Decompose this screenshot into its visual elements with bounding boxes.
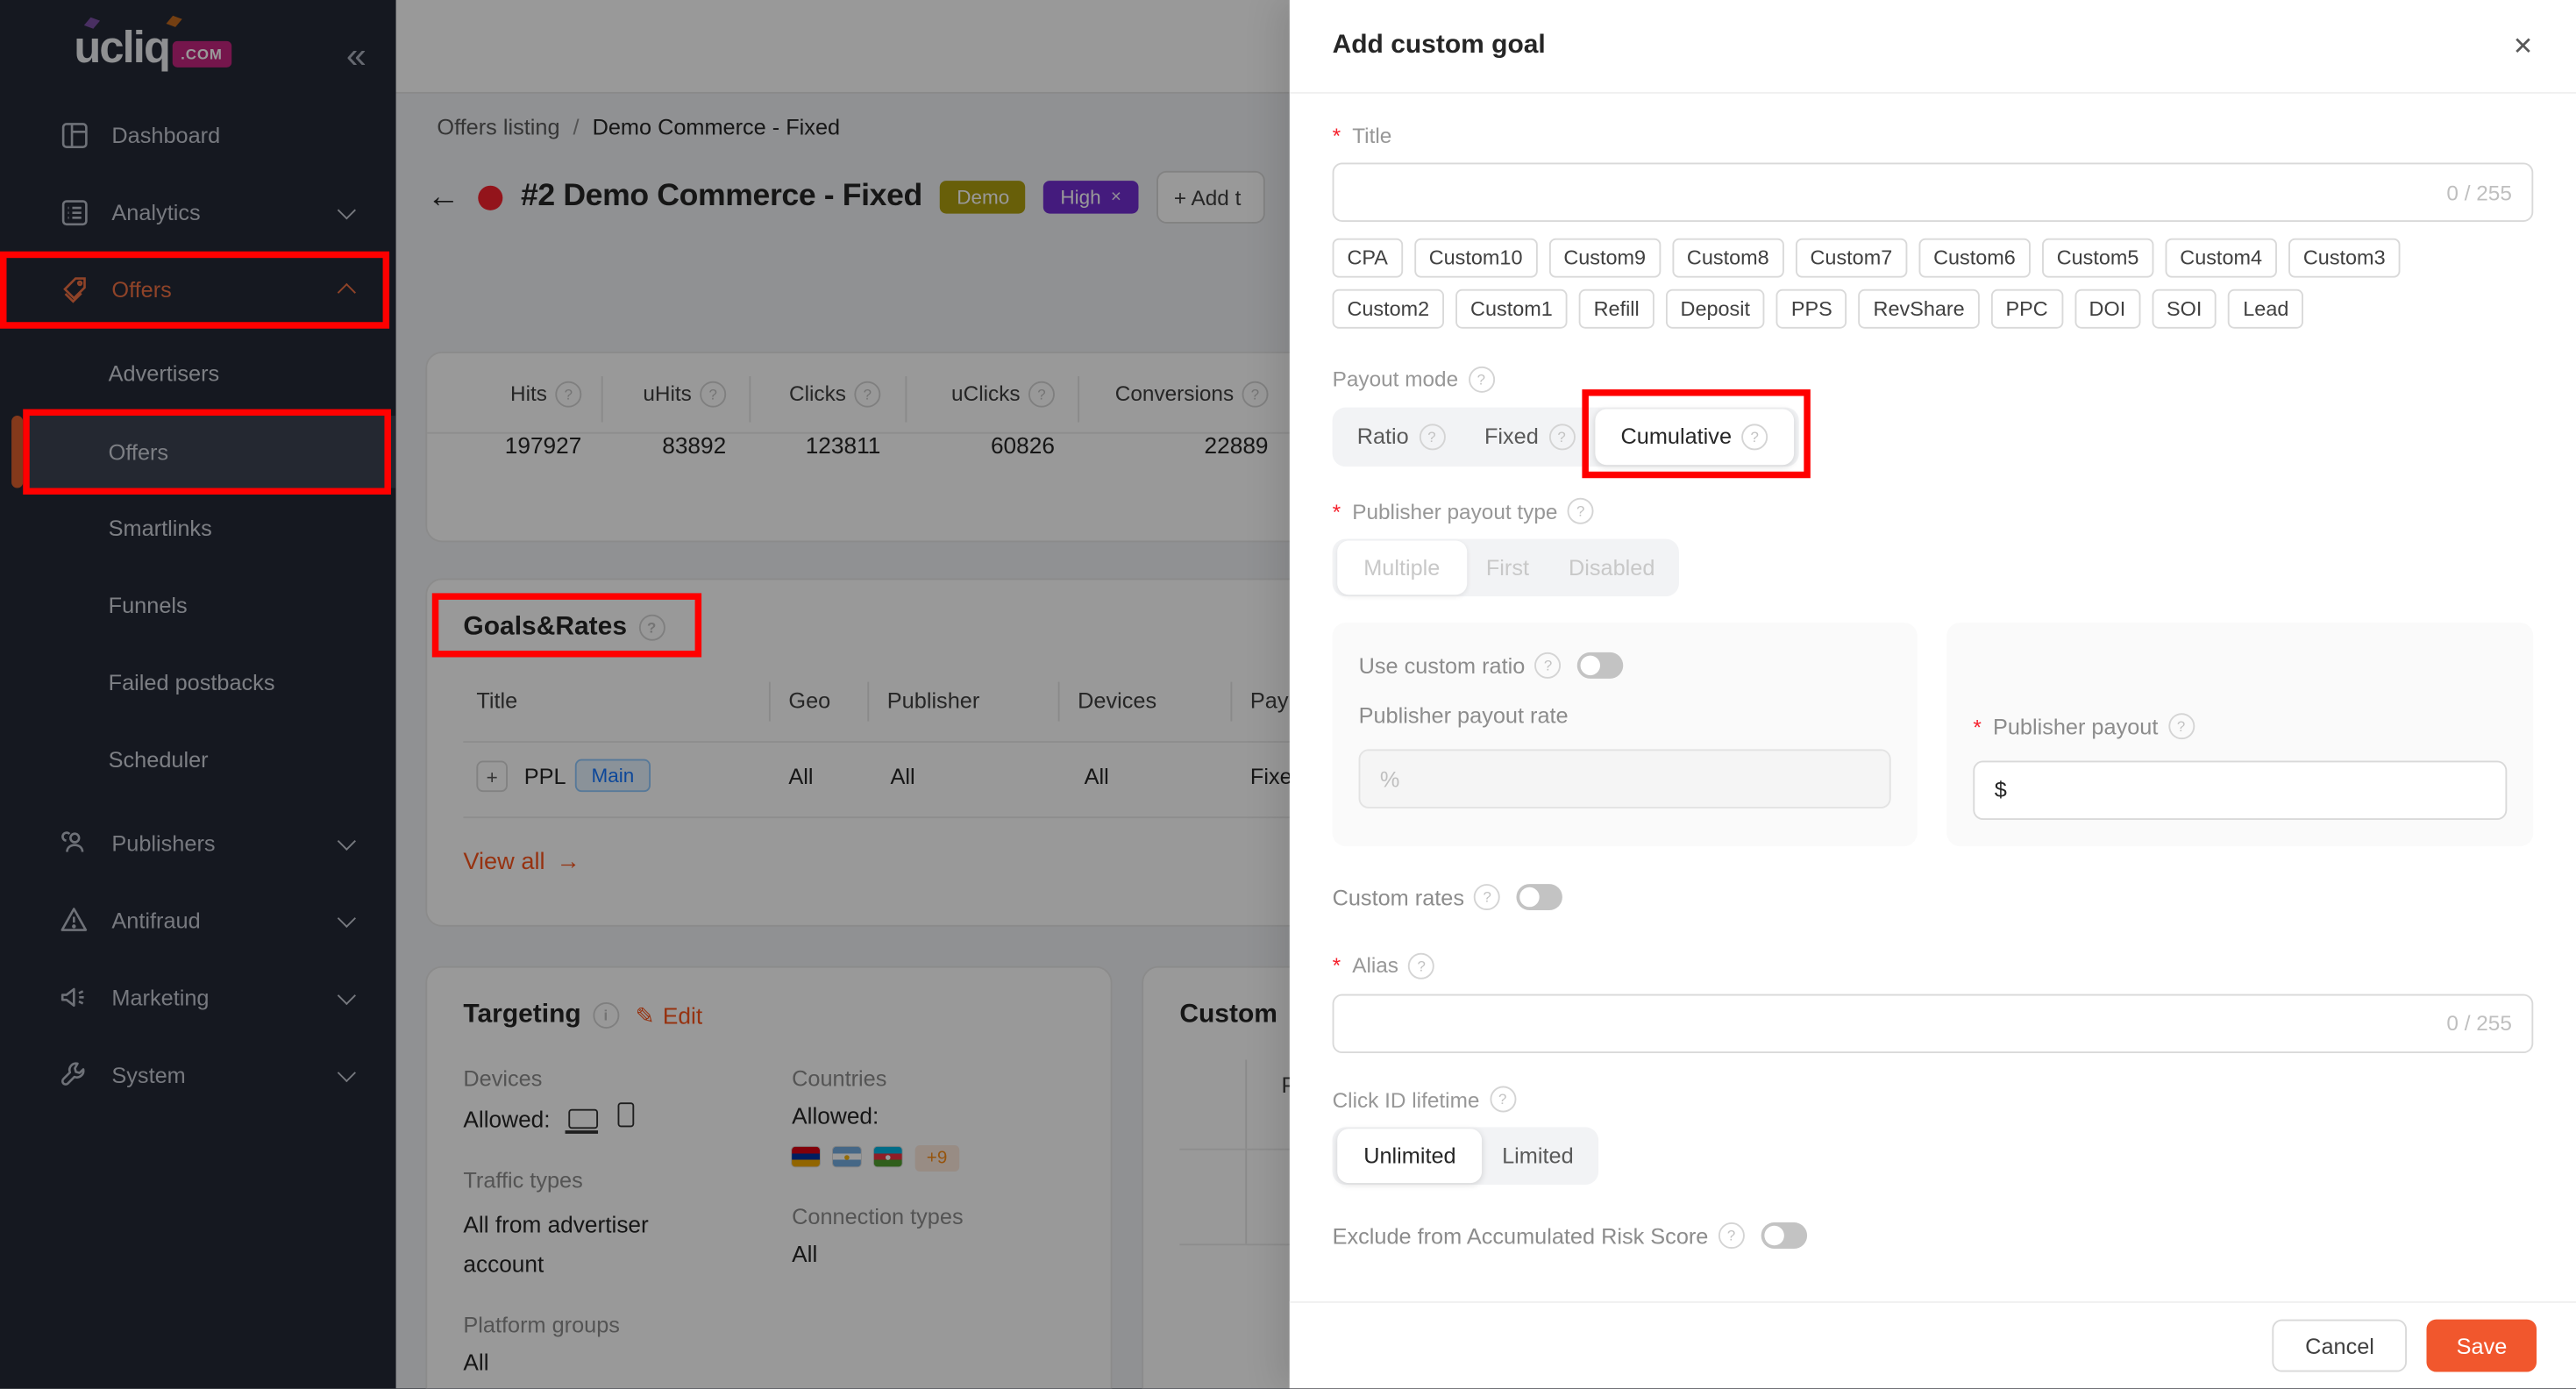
chip-custom10[interactable]: Custom10 (1414, 239, 1538, 278)
chip-pps[interactable]: PPS (1776, 289, 1847, 329)
click-id-unlimited[interactable]: Unlimited (1337, 1129, 1482, 1183)
character-counter: 0 / 255 (2446, 1010, 2512, 1035)
chip-custom6[interactable]: Custom6 (1918, 239, 2030, 278)
payout-mode-label: Payout mode (1333, 366, 1495, 392)
modal-footer: Cancel Save (1290, 1301, 2576, 1388)
percent-placeholder: % (1380, 766, 1400, 791)
chip-custom1[interactable]: Custom1 (1455, 289, 1567, 329)
use-custom-ratio-toggle[interactable] (1577, 652, 1623, 679)
click-id-lifetime-label: Click ID lifetime (1333, 1086, 1516, 1113)
publisher-payout-type-segmented: Multiple First Disabled (1333, 539, 1680, 597)
cancel-button[interactable]: Cancel (2273, 1320, 2408, 1372)
app-root: ucliq .COM « Dashboard Analytics O (0, 0, 2576, 1388)
publisher-payout-panel: Publisher payout $ (1946, 623, 2533, 846)
chip-custom9[interactable]: Custom9 (1548, 239, 1660, 278)
help-icon[interactable] (1548, 423, 1575, 449)
save-button[interactable]: Save (2427, 1320, 2537, 1372)
help-icon[interactable] (1474, 884, 1500, 910)
custom-rates-label: Custom rates (1333, 884, 1501, 910)
chip-ppc[interactable]: PPC (1991, 289, 2063, 329)
character-counter: 0 / 255 (2446, 180, 2512, 204)
payout-type-multiple: Multiple (1337, 540, 1466, 595)
payout-mode-ratio[interactable]: Ratio (1337, 411, 1464, 460)
chip-deposit[interactable]: Deposit (1666, 289, 1765, 329)
chip-refill[interactable]: Refill (1579, 289, 1654, 329)
add-custom-goal-modal: Add custom goal ✕ Title 0 / 255 CPA Cust… (1290, 0, 2576, 1388)
close-icon[interactable]: ✕ (2513, 32, 2534, 61)
help-icon[interactable] (1719, 1222, 1745, 1249)
chip-cpa[interactable]: CPA (1333, 239, 1403, 278)
title-input[interactable]: 0 / 255 (1333, 162, 2534, 221)
custom-ratio-panel: Use custom ratio Publisher payout rate % (1333, 623, 1918, 846)
alias-input[interactable]: 0 / 255 (1333, 994, 2534, 1052)
payout-rate-input: % (1359, 749, 1891, 808)
publisher-payout-type-label: Publisher payout type (1333, 498, 1594, 524)
goal-type-chips-row1: CPA Custom10 Custom9 Custom8 Custom7 Cus… (1333, 239, 2534, 278)
modal-header: Add custom goal ✕ (1290, 0, 2576, 94)
chip-doi[interactable]: DOI (2074, 289, 2140, 329)
payout-type-first: First (1466, 544, 1548, 591)
help-icon[interactable] (1568, 498, 1594, 524)
chip-custom8[interactable]: Custom8 (1672, 239, 1783, 278)
chip-soi[interactable]: SOI (2152, 289, 2217, 329)
modal-body: Title 0 / 255 CPA Custom10 Custom9 Custo… (1290, 94, 2576, 1249)
title-field-label: Title (1333, 124, 1392, 148)
help-icon[interactable] (2168, 713, 2195, 739)
payout-mode-cumulative[interactable]: Cumulative (1595, 409, 1795, 465)
custom-rates-toggle[interactable] (1517, 884, 1562, 910)
use-custom-ratio-label: Use custom ratio (1359, 652, 1562, 679)
publisher-payout-input[interactable]: $ (1973, 760, 2507, 819)
chip-custom5[interactable]: Custom5 (2042, 239, 2153, 278)
chip-lead[interactable]: Lead (2228, 289, 2303, 329)
help-icon[interactable] (1468, 366, 1494, 392)
chip-custom7[interactable]: Custom7 (1796, 239, 1907, 278)
currency-prefix: $ (1995, 777, 2007, 801)
chip-custom4[interactable]: Custom4 (2165, 239, 2276, 278)
goal-type-chips-row2: Custom2 Custom1 Refill Deposit PPS RevSh… (1333, 289, 2534, 329)
modal-backdrop[interactable] (0, 0, 1290, 1388)
alias-label: Alias (1333, 952, 1435, 979)
click-id-lifetime-segmented: Unlimited Limited (1333, 1127, 1598, 1185)
chip-custom2[interactable]: Custom2 (1333, 289, 1444, 329)
chip-revshare[interactable]: RevShare (1859, 289, 1980, 329)
help-icon[interactable] (1741, 423, 1768, 449)
payout-mode-segmented: Ratio Fixed Cumulative (1333, 407, 1799, 466)
chip-custom3[interactable]: Custom3 (2288, 239, 2400, 278)
exclude-risk-score-label: Exclude from Accumulated Risk Score (1333, 1222, 1745, 1249)
payout-mode-fixed[interactable]: Fixed (1464, 411, 1594, 460)
publisher-payout-label: Publisher payout (1973, 713, 2194, 739)
help-icon[interactable] (1419, 423, 1445, 449)
exclude-risk-score-toggle[interactable] (1761, 1222, 1806, 1249)
publisher-payout-rate-label: Publisher payout rate (1359, 703, 1569, 728)
help-icon[interactable] (1490, 1086, 1516, 1113)
help-icon[interactable] (1408, 952, 1434, 979)
payout-type-disabled: Disabled (1549, 544, 1675, 591)
modal-title: Add custom goal (1333, 32, 1546, 61)
help-icon[interactable] (1535, 652, 1562, 679)
click-id-limited[interactable]: Limited (1483, 1132, 1594, 1179)
